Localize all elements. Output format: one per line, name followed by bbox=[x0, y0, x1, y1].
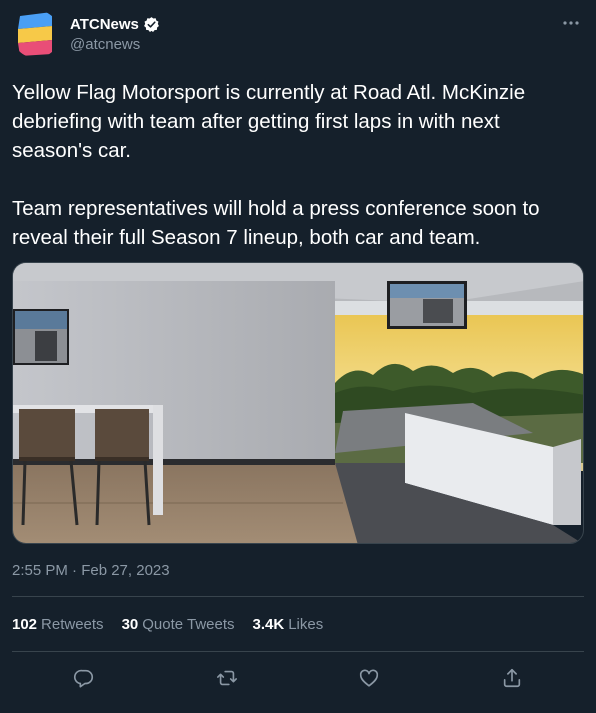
share-icon bbox=[503, 668, 521, 688]
like-icon bbox=[359, 669, 379, 687]
tweet: ATCNews @atcnews Yellow Flag Motorsport … bbox=[0, 0, 596, 713]
likes-stat[interactable]: 3.4K Likes bbox=[253, 616, 324, 633]
more-dots-icon bbox=[563, 21, 579, 25]
quotes-label: Quote Tweets bbox=[142, 616, 235, 633]
avatar[interactable] bbox=[12, 10, 60, 58]
tweet-paragraph: Team representatives will hold a press c… bbox=[12, 197, 540, 249]
likes-count: 3.4K bbox=[252, 616, 285, 633]
author-info: ATCNews @atcnews bbox=[70, 14, 160, 53]
share-button[interactable] bbox=[494, 660, 530, 696]
retweet-icon bbox=[217, 670, 237, 686]
retweets-count: 102 bbox=[12, 616, 38, 633]
handle[interactable]: @atcnews bbox=[70, 36, 160, 53]
tweet-text: Yellow Flag Motorsport is currently at R… bbox=[12, 78, 584, 252]
like-button[interactable] bbox=[351, 660, 387, 696]
retweets-stat[interactable]: 102 Retweets bbox=[12, 616, 104, 633]
engagement-stats: 102 Retweets 30 Quote Tweets 3.4K Likes bbox=[12, 616, 323, 633]
tweet-paragraph: Yellow Flag Motorsport is currently at R… bbox=[12, 81, 526, 162]
quote-tweets-stat[interactable]: 30 Quote Tweets bbox=[122, 616, 235, 633]
divider bbox=[12, 651, 584, 652]
quotes-count: 30 bbox=[121, 616, 139, 633]
display-name[interactable]: ATCNews bbox=[70, 16, 139, 33]
avatar-logo-icon bbox=[12, 10, 60, 58]
retweets-label: Retweets bbox=[41, 616, 104, 633]
likes-label: Likes bbox=[288, 616, 324, 633]
tweet-media-image[interactable] bbox=[12, 262, 584, 544]
more-options-button[interactable] bbox=[560, 12, 582, 34]
reply-icon bbox=[74, 669, 94, 688]
divider bbox=[12, 596, 584, 597]
tweet-timestamp[interactable]: 2:55 PM · Feb 27, 2023 bbox=[12, 562, 170, 579]
reply-button[interactable] bbox=[66, 660, 102, 696]
action-bar bbox=[0, 660, 596, 696]
retweet-button[interactable] bbox=[209, 660, 245, 696]
verified-badge-icon bbox=[143, 16, 160, 33]
